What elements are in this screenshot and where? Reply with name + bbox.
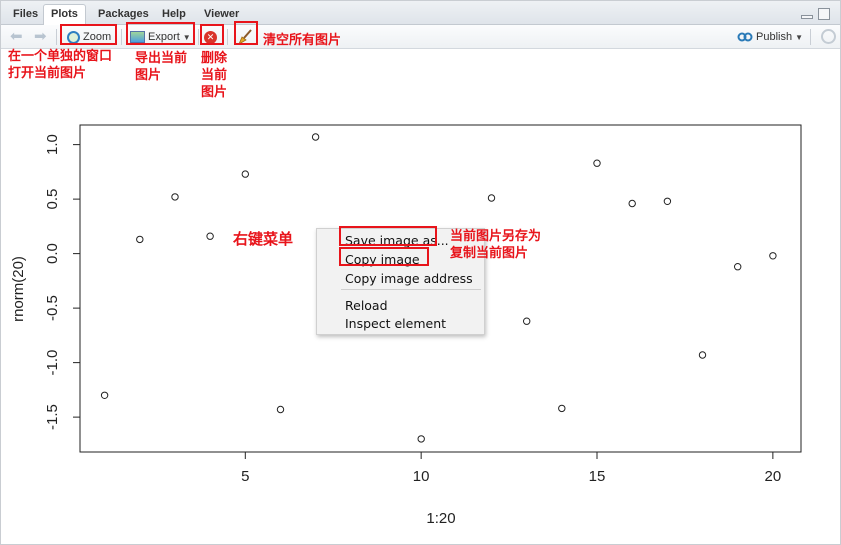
toolbar-separator: [198, 29, 199, 45]
data-point: [769, 252, 777, 260]
toolbar-separator: [56, 29, 57, 45]
save-image-highlight-box: [339, 226, 437, 246]
clear-annotation: 清空所有图片: [263, 33, 342, 48]
chevron-down-icon: ▼: [795, 32, 803, 42]
context-menu-reload[interactable]: Reload: [345, 298, 388, 313]
refresh-icon[interactable]: [821, 29, 836, 44]
y-tick-label: -1.0: [44, 350, 61, 376]
toolbar-separator: [810, 29, 811, 45]
tab-plots[interactable]: Plots: [43, 4, 86, 26]
zoom-highlight-box: [60, 24, 117, 45]
y-tick-label: 0.0: [44, 243, 61, 264]
data-point: [523, 317, 531, 325]
plots-pane: Files Plots Packages Help Viewer ⬅ ➡ Zoo…: [0, 0, 841, 545]
x-axis-label: 1:20: [426, 510, 455, 527]
publish-button[interactable]: Publish ▼: [737, 28, 803, 46]
data-point: [593, 159, 601, 167]
publish-label: Publish: [756, 31, 793, 43]
data-point: [276, 405, 285, 414]
data-point: [206, 232, 214, 240]
data-point: [136, 235, 144, 244]
y-axis-label: rnorm(20): [10, 256, 27, 322]
publish-icon: [737, 32, 753, 42]
copy-image-highlight-box: [339, 247, 429, 266]
copy-annotation-line: 复制当前图片: [450, 246, 529, 261]
save-copy-annotation: 当前图片另存为 复制当前图片: [450, 228, 541, 262]
tab-files[interactable]: Files: [5, 4, 46, 25]
x-tick-label: 10: [413, 468, 430, 485]
x-tick-label: 5: [241, 468, 249, 485]
data-point: [734, 263, 742, 271]
data-point: [558, 404, 566, 413]
context-menu-separator: [341, 289, 481, 290]
y-axis: -1.5 -1.0 -0.5 0.0 0.5 1.0: [44, 134, 80, 430]
minimize-icon[interactable]: [801, 15, 813, 19]
back-arrow-icon[interactable]: ⬅: [10, 29, 23, 44]
delete-highlight-box: [200, 24, 224, 45]
export-highlight-box: [126, 22, 195, 45]
context-menu-copy-image-address[interactable]: Copy image address: [345, 271, 473, 286]
context-menu-annotation: 右键菜单: [233, 230, 294, 248]
forward-arrow-icon[interactable]: ➡: [34, 29, 47, 44]
save-annotation-line: 当前图片另存为: [450, 229, 542, 244]
maximize-icon[interactable]: [818, 8, 830, 20]
data-point: [241, 170, 250, 178]
y-tick-label: -0.5: [44, 295, 61, 321]
data-point: [628, 199, 636, 208]
data-point: [100, 391, 109, 399]
y-tick-label: 0.5: [44, 189, 61, 210]
y-tick-label: -1.5: [44, 404, 61, 430]
x-tick-label: 15: [589, 468, 606, 485]
data-point: [311, 133, 320, 141]
x-tick-label: 20: [765, 468, 782, 485]
y-tick-label: 1.0: [44, 134, 61, 155]
toolbar-separator: [121, 29, 122, 45]
data-point: [171, 193, 179, 201]
x-axis: 5 10 15 20: [241, 452, 781, 485]
data-point: [417, 435, 425, 443]
data-point: [487, 194, 496, 202]
context-menu-inspect-element[interactable]: Inspect element: [345, 316, 446, 331]
data-point: [663, 197, 672, 206]
toolbar-separator: [227, 29, 228, 45]
clear-highlight-box: [234, 21, 258, 45]
data-point: [698, 351, 707, 359]
